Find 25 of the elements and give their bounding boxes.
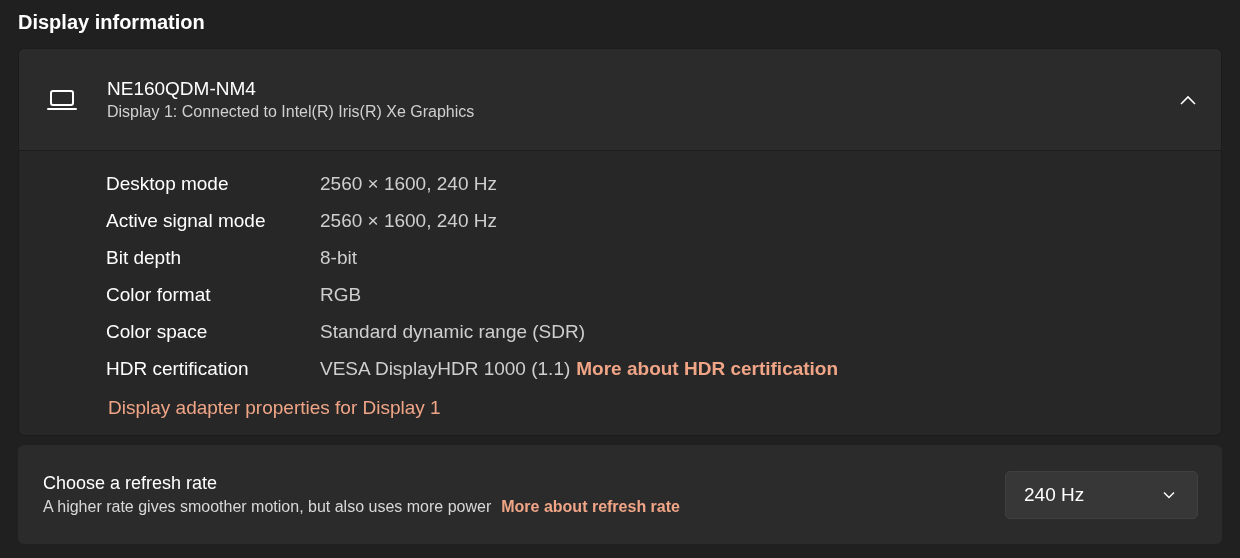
display-header[interactable]: NE160QDM-NM4 Display 1: Connected to Intel(R) Iris(R) Xe Graphics	[19, 49, 1221, 151]
detail-label: Color space	[106, 320, 209, 343]
detail-value: VESA DisplayHDR 1000 (1.1)	[320, 357, 571, 380]
detail-label: Bit depth	[106, 246, 182, 269]
detail-value: 2560 × 1600, 240 Hz	[320, 172, 497, 195]
detail-label: Active signal mode	[106, 209, 267, 232]
chevron-down-icon	[1163, 490, 1175, 499]
display-name: NE160QDM-NM4	[107, 78, 257, 100]
refresh-rate-title: Choose a refresh rate	[43, 473, 219, 494]
laptop-icon	[46, 87, 78, 112]
detail-label: Desktop mode	[106, 172, 230, 195]
adapter-properties-link[interactable]: Display adapter properties for Display 1	[108, 391, 441, 425]
detail-value: 8-bit	[320, 246, 357, 269]
detail-label: Color format	[106, 283, 212, 306]
refresh-rate-dropdown[interactable]: 240 Hz	[1005, 470, 1198, 519]
display-subtitle: Display 1: Connected to Intel(R) Iris(R) Xe Graphics	[107, 103, 476, 121]
refresh-rate-link[interactable]: More about refresh rate	[501, 498, 680, 516]
detail-value: RGB	[320, 283, 362, 306]
chevron-up-icon[interactable]	[1179, 93, 1197, 106]
detail-link[interactable]: More about HDR certification	[576, 357, 839, 380]
refresh-rate-description: A higher rate gives smoother motion, but also uses more power	[43, 498, 492, 516]
detail-value: Standard dynamic range (SDR)	[320, 320, 586, 343]
section-title: Display information	[18, 10, 206, 35]
detail-label: HDR certification	[106, 357, 250, 380]
detail-value: 2560 × 1600, 240 Hz	[320, 209, 497, 232]
